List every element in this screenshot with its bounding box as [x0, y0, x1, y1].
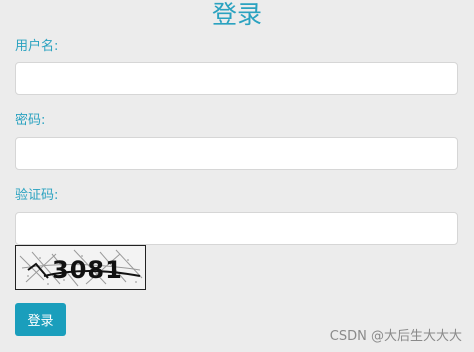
password-label: 密码:	[15, 113, 46, 128]
password-input[interactable]	[15, 137, 458, 170]
captcha-input[interactable]	[15, 212, 458, 245]
username-label: 用户名:	[15, 39, 59, 54]
login-form: 登录 用户名: 密码: 验证码: 3081 登录 CSDN @大后生大大大	[0, 0, 474, 352]
login-button[interactable]: 登录	[15, 303, 66, 336]
captcha-drawing: 3081	[19, 249, 143, 287]
watermark: CSDN @大后生大大大	[329, 329, 462, 344]
captcha-image[interactable]: 3081	[15, 245, 146, 290]
page-title: 登录	[211, 0, 262, 29]
username-input[interactable]	[15, 62, 458, 95]
captcha-label: 验证码:	[15, 188, 59, 203]
captcha-text: 3081	[52, 256, 123, 284]
